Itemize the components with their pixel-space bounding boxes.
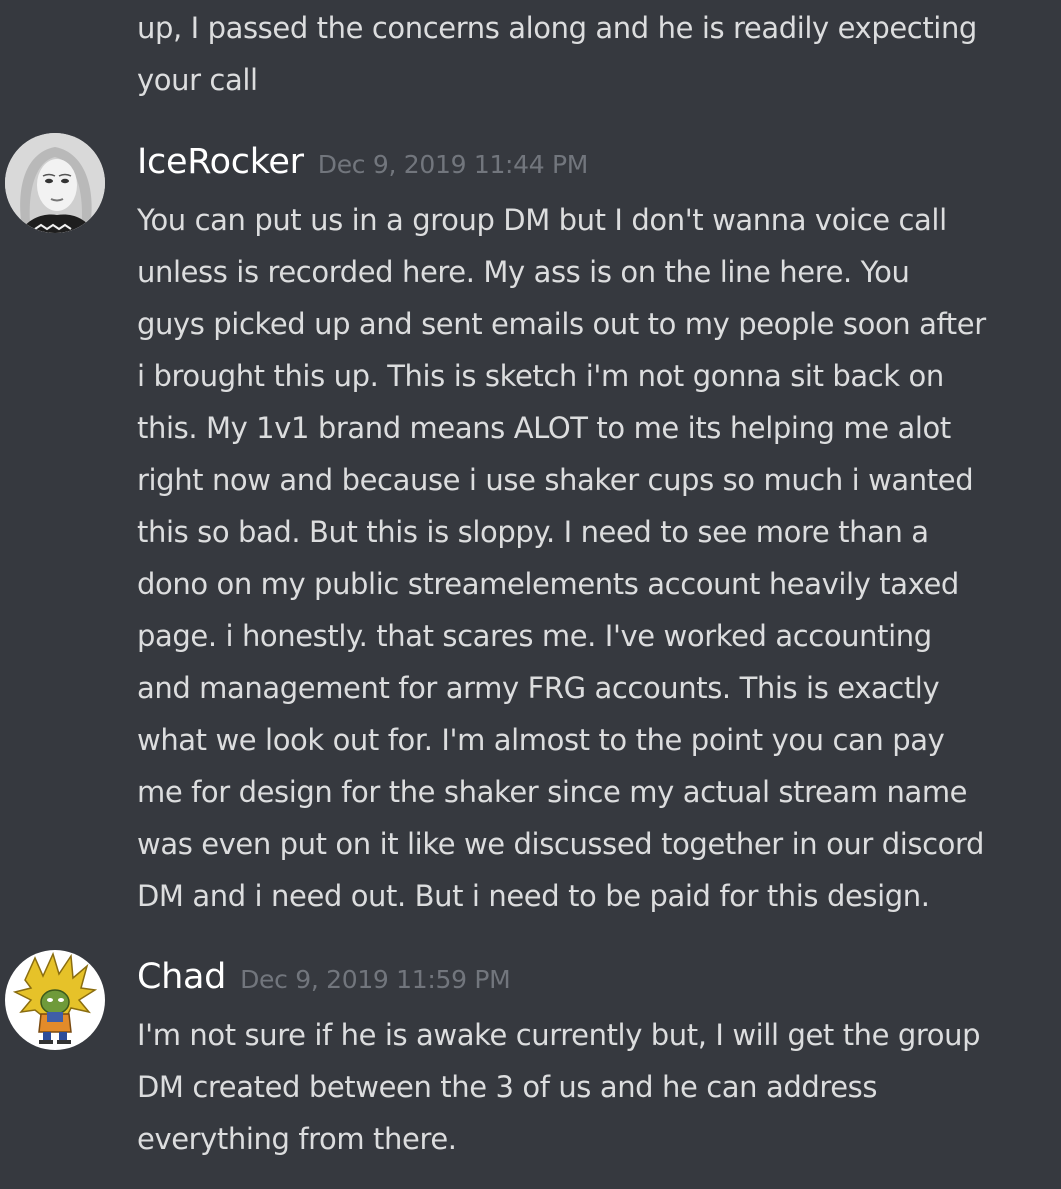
message-header: IceRocker Dec 9, 2019 11:44 PM [137, 142, 588, 182]
message-line: up, I passed the concerns along and he i… [137, 11, 977, 45]
chat-log: up, I passed the concerns along and he i… [0, 0, 1061, 1189]
message-line: everything from there. [137, 1122, 457, 1156]
message-line: was even put on it like we discussed tog… [137, 827, 985, 861]
user-avatar-cartoon-icon[interactable] [5, 950, 105, 1050]
message-line: I'm not sure if he is awake currently bu… [137, 1018, 981, 1052]
user-avatar-portrait-icon[interactable] [5, 133, 105, 233]
message-line: unless is recorded here. My ass is on th… [137, 255, 910, 289]
timestamp: Dec 9, 2019 11:59 PM [240, 965, 511, 994]
message-line: this. My 1v1 brand means ALOT to me its … [137, 411, 951, 445]
message-line: page. i honestly. that scares me. I've w… [137, 619, 932, 653]
username[interactable]: IceRocker [137, 142, 304, 182]
message-body: You can put us in a group DM but I don't… [137, 194, 986, 922]
message-header: Chad Dec 9, 2019 11:59 PM [137, 957, 511, 997]
message-body: I'm not sure if he is awake currently bu… [137, 1009, 981, 1165]
message-line: i brought this up. This is sketch i'm no… [137, 359, 944, 393]
message-line: DM and i need out. But i need to be paid… [137, 879, 930, 913]
timestamp: Dec 9, 2019 11:44 PM [317, 150, 589, 179]
message-line: You can put us in a group DM but I don't… [137, 203, 947, 237]
message-line: your call [137, 63, 258, 97]
message-line: right now and because i use shaker cups … [137, 463, 974, 497]
message-continuation: up, I passed the concerns along and he i… [137, 2, 977, 106]
message-line: this so bad. But this is sloppy. I need … [137, 515, 929, 549]
message-line: dono on my public streamelements account… [137, 567, 959, 601]
message-line: DM created between the 3 of us and he ca… [137, 1070, 878, 1104]
message-line: guys picked up and sent emails out to my… [137, 307, 986, 341]
message-line: me for design for the shaker since my ac… [137, 775, 968, 809]
username[interactable]: Chad [137, 957, 226, 997]
message-line: and management for army FRG accounts. Th… [137, 671, 940, 705]
message-line: what we look out for. I'm almost to the … [137, 723, 945, 757]
